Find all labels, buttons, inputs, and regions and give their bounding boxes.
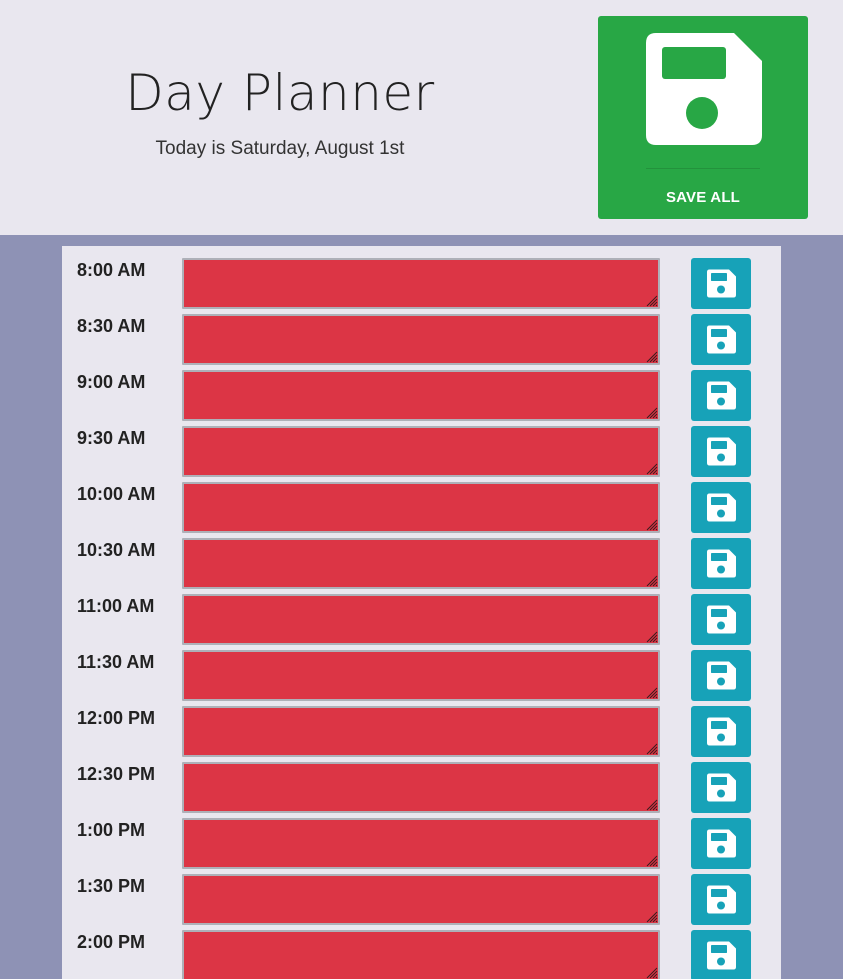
time-label: 10:30 AM [77, 540, 156, 560]
time-label: 9:30 AM [77, 428, 146, 448]
page-title: Day Planner [125, 64, 435, 122]
floppy-disk-icon [707, 549, 736, 578]
floppy-disk-icon [707, 773, 736, 802]
schedule-container: 8:00 AM 8:30 AM 9:00 AM 9:30 AM 10:00 AM 10:3… [62, 246, 781, 979]
time-block-row: 11:30 AM [62, 638, 781, 701]
time-block-row: 10:30 AM [62, 526, 781, 589]
floppy-disk-icon [707, 717, 736, 746]
time-block-row: 9:30 AM [62, 414, 781, 477]
floppy-disk-icon [646, 33, 762, 145]
time-block-row: 2:00 PM [62, 918, 781, 979]
time-block-row: 1:00 PM [62, 806, 781, 869]
save-all-label: SAVE ALL [665, 189, 741, 206]
time-label: 1:00 PM [77, 820, 146, 840]
time-label: 2:00 PM [77, 932, 146, 952]
current-date: Today is Saturday, August 1st [155, 138, 405, 159]
floppy-disk-icon [707, 941, 736, 970]
floppy-disk-icon [707, 381, 736, 410]
time-block-row: 8:30 AM [62, 302, 781, 365]
time-block-row: 8:00 AM [62, 246, 781, 309]
floppy-disk-icon [707, 437, 736, 466]
floppy-disk-icon [707, 885, 736, 914]
time-label: 9:00 AM [77, 372, 146, 392]
floppy-disk-icon [707, 829, 736, 858]
time-block-row: 1:30 PM [62, 862, 781, 925]
time-label: 12:30 PM [77, 764, 156, 784]
time-block-row: 12:30 PM [62, 750, 781, 813]
save-row-button[interactable] [691, 930, 751, 979]
time-block-row: 9:00 AM [62, 358, 781, 421]
time-label: 11:00 AM [77, 596, 155, 616]
floppy-disk-icon [707, 493, 736, 522]
header: Day Planner Today is Saturday, August 1s… [0, 0, 843, 235]
floppy-disk-icon [707, 661, 736, 690]
time-label: 8:00 AM [77, 260, 146, 280]
floppy-disk-icon [707, 269, 736, 298]
time-label: 12:00 PM [77, 708, 156, 728]
time-block-row: 11:00 AM [62, 582, 781, 645]
time-label: 8:30 AM [77, 316, 146, 336]
event-textarea[interactable] [182, 930, 660, 979]
time-label: 10:00 AM [77, 484, 156, 504]
time-label: 1:30 PM [77, 876, 146, 896]
floppy-disk-icon [707, 325, 736, 354]
save-all-divider [646, 168, 760, 169]
time-block-row: 12:00 PM [62, 694, 781, 757]
floppy-disk-icon [707, 605, 736, 634]
time-label: 11:30 AM [77, 652, 155, 672]
time-block-row: 10:00 AM [62, 470, 781, 533]
save-all-button[interactable]: SAVE ALL [598, 16, 808, 219]
